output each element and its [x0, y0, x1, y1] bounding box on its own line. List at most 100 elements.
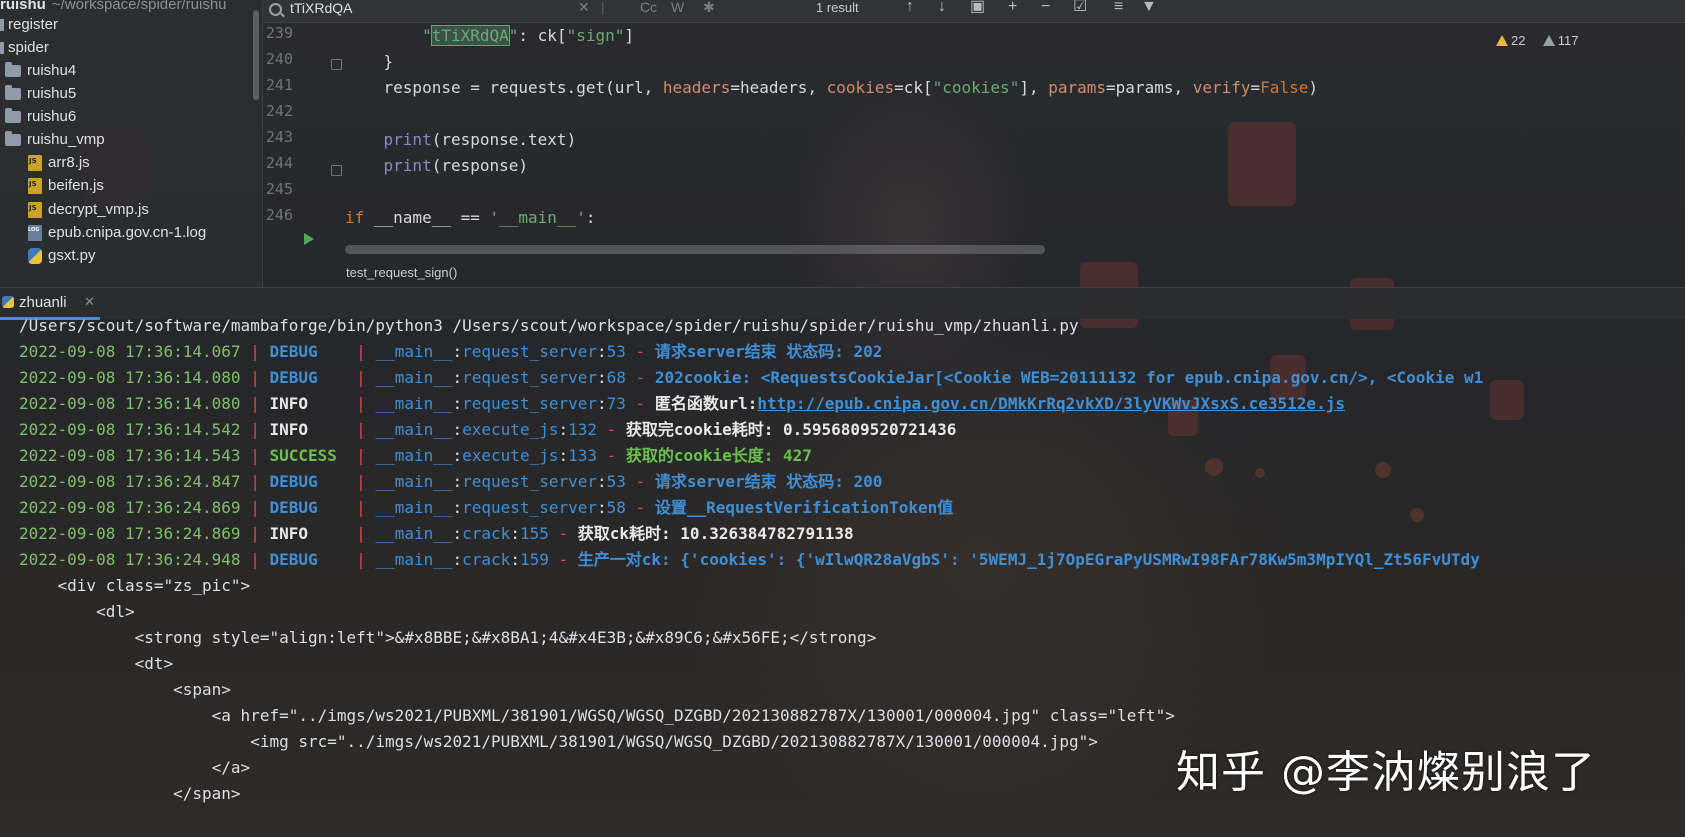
console-log-line: 2022-09-08 17:36:14.080 | DEBUG | __main…: [19, 368, 1484, 387]
tree-item-ruishu6[interactable]: ruishu6: [5, 106, 76, 128]
tab-label: zhuanli: [19, 294, 67, 311]
log-timestamp: 2022-09-08 17:36:24.869: [19, 524, 241, 543]
log-function: request_server: [462, 342, 597, 361]
line-number-gutter: 239 240 241 242 243 244 245 246: [263, 22, 343, 245]
project-tree: ruishu ~/workspace/spider/ruishu registe…: [0, 0, 263, 287]
log-line-number: 159: [519, 550, 549, 569]
filter-settings-icon[interactable]: ≡: [1114, 0, 1123, 16]
line-number: 244: [265, 154, 293, 172]
log-level: DEBUG: [269, 368, 318, 387]
whole-word-button[interactable]: W: [671, 0, 684, 14]
sidebar-scrollbar[interactable]: [253, 10, 259, 100]
horizontal-scrollbar[interactable]: [345, 244, 1685, 254]
folder-icon: [5, 108, 21, 123]
inspection-widget[interactable]: 22 117: [1496, 33, 1578, 48]
console-log-line: 2022-09-08 17:36:24.869 | INFO | __main_…: [19, 524, 854, 543]
code-area[interactable]: "tTiXRdQA": ck["sign"] } response = requ…: [345, 22, 1685, 240]
code-line-246: if __name__ == '__main__':: [345, 208, 596, 227]
python-file-icon: [2, 296, 14, 308]
tree-file-beifen[interactable]: beifen.js: [28, 173, 104, 197]
log-module: __main__: [375, 550, 453, 569]
log-module: __main__: [375, 368, 453, 387]
tree-item-label: ruishu6: [27, 108, 77, 125]
tree-item-spider[interactable]: spider: [0, 37, 49, 59]
log-timestamp: 2022-09-08 17:36:14.542: [19, 420, 241, 439]
console-output-line: <span>: [19, 680, 231, 699]
console-log-line: 2022-09-08 17:36:24.948 | DEBUG | __main…: [19, 550, 1480, 569]
log-url-link[interactable]: http://epub.cnipa.gov.cn/DMkKrRq2vkXD/3l…: [757, 394, 1345, 413]
tree-item-label: ruishu5: [27, 85, 77, 102]
tree-item-label: decrypt_vmp.js: [48, 201, 149, 218]
log-message: 匿名函数url:: [654, 394, 758, 413]
tree-item-label: beifen.js: [48, 177, 104, 194]
console-log-line: 2022-09-08 17:36:14.080 | INFO | __main_…: [19, 394, 1345, 413]
log-function: request_server: [462, 394, 597, 413]
tree-item-label: register: [8, 16, 59, 33]
log-level: DEBUG: [269, 472, 318, 491]
tree-file-gsxt[interactable]: gsxt.py: [28, 245, 96, 267]
console-output-line: <img src="../imgs/ws2021/PUBXML/381901/W…: [19, 732, 1098, 751]
tree-item-label: arr8.js: [48, 154, 90, 171]
previous-occurrence-icon[interactable]: ↑: [906, 0, 914, 16]
console-command-line: /Users/scout/software/mambaforge/bin/pyt…: [19, 316, 1079, 335]
console-log-line: 2022-09-08 17:36:14.067 | DEBUG | __main…: [19, 342, 883, 361]
log-module: __main__: [375, 472, 453, 491]
weak-warning-count: 117: [1557, 33, 1579, 48]
tree-file-decrypt-vmp[interactable]: decrypt_vmp.js: [28, 197, 149, 221]
tree-file-epub-log[interactable]: epub.cnipa.gov.cn-1.log: [28, 219, 206, 244]
log-function: crack: [462, 524, 511, 543]
code-editor[interactable]: tTiXRdQA ✕ | Cc W ✱ 1 result ↑ ↓ ▣ + − ☑…: [263, 0, 1685, 287]
console-output-line: <div class="zs_pic">: [19, 576, 251, 595]
search-match-highlight: tTiXRdQA: [430, 25, 510, 46]
log-message: 生产一对ck: {'cookies': {'wIlwQR28aVgbS': '5…: [577, 550, 1480, 569]
console-log-line: 2022-09-08 17:36:14.543 | SUCCESS | __ma…: [19, 446, 812, 465]
tree-file-arr8[interactable]: arr8.js: [28, 150, 90, 174]
next-occurrence-icon[interactable]: ↓: [938, 0, 946, 16]
run-gutter-icon[interactable]: [304, 233, 314, 245]
find-bar: tTiXRdQA ✕ | Cc W ✱ 1 result ↑ ↓ ▣ + − ☑…: [263, 0, 1685, 23]
js-file-icon: [28, 150, 42, 172]
fold-marker-icon[interactable]: [331, 165, 342, 176]
line-number: 240: [265, 50, 293, 68]
log-message: 获取ck耗时: 10.326384782791138: [577, 524, 854, 543]
tree-item-ruishu5[interactable]: ruishu5: [5, 83, 76, 105]
warning-icon: [1496, 35, 1508, 46]
log-message: 获取的cookie长度: 427: [625, 446, 812, 465]
log-level: INFO: [269, 420, 308, 439]
close-tab-icon[interactable]: ✕: [84, 294, 95, 310]
search-input[interactable]: tTiXRdQA: [290, 0, 353, 16]
log-line-number: 68: [606, 368, 626, 387]
js-file-icon: [28, 173, 42, 195]
zhihu-watermark: 知乎 @李汭燦别浪了: [1176, 747, 1596, 798]
line-number: 239: [265, 24, 293, 42]
log-function: request_server: [462, 368, 597, 387]
code-line-239: "tTiXRdQA": ck["sign"]: [422, 25, 635, 46]
fold-marker-icon[interactable]: [331, 59, 342, 70]
log-line-number: 133: [568, 446, 598, 465]
code-line-241: response = requests.get(url, headers=hea…: [345, 78, 1318, 97]
tree-item-ruishu4[interactable]: ruishu4: [5, 60, 76, 82]
log-module: __main__: [375, 394, 453, 413]
folder-icon: [0, 19, 4, 31]
console-log-line: 2022-09-08 17:36:24.847 | DEBUG | __main…: [19, 472, 883, 491]
open-in-window-icon[interactable]: ▣: [970, 0, 985, 16]
log-function: request_server: [462, 498, 597, 517]
add-occurrence-icon[interactable]: +: [1008, 0, 1017, 16]
select-all-occurrences-icon[interactable]: ☑: [1073, 0, 1087, 16]
log-message: 202cookie: <RequestsCookieJar[<Cookie WE…: [654, 368, 1484, 387]
log-timestamp: 2022-09-08 17:36:14.080: [19, 394, 241, 413]
scrollbar-thumb[interactable]: [345, 245, 1045, 254]
tree-item-register[interactable]: register: [0, 14, 58, 36]
log-timestamp: 2022-09-08 17:36:14.067: [19, 342, 241, 361]
log-line-number: 58: [606, 498, 626, 517]
remove-occurrence-icon[interactable]: −: [1041, 0, 1050, 16]
console-output-line: <a href="../imgs/ws2021/PUBXML/381901/WG…: [19, 706, 1175, 725]
regex-button[interactable]: ✱: [703, 0, 715, 14]
log-message: 请求server结束 状态码: 202: [654, 342, 883, 361]
clear-search-icon[interactable]: ✕: [578, 0, 590, 14]
tree-item-ruishu-vmp[interactable]: ruishu_vmp: [5, 129, 105, 151]
filter-icon[interactable]: ▼: [1141, 0, 1157, 16]
line-number: 241: [265, 76, 293, 94]
match-case-button[interactable]: Cc: [640, 0, 657, 14]
breadcrumb[interactable]: test_request_sign(): [346, 265, 457, 280]
